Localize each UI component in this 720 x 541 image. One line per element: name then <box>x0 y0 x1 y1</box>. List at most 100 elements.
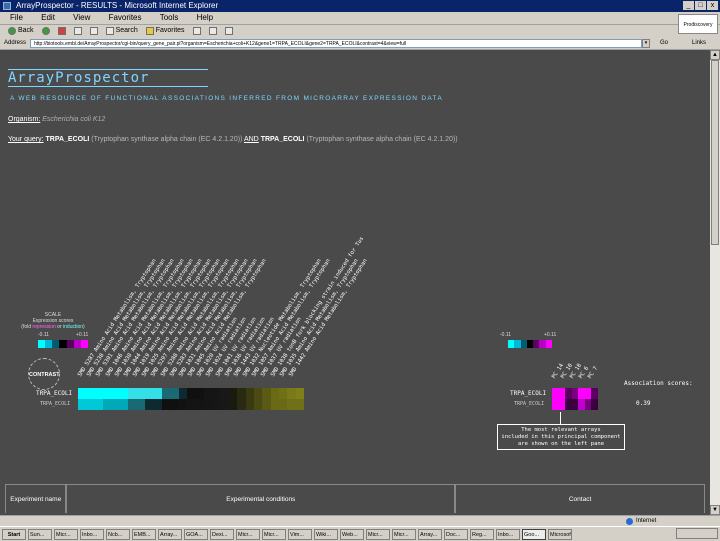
taskbar-task-button[interactable]: Micr... <box>262 528 286 540</box>
heatmap-left-bottom-cell[interactable] <box>136 399 145 410</box>
taskbar-task-button[interactable]: Dexi... <box>210 528 234 540</box>
heatmap-left-top-cell[interactable] <box>186 388 196 399</box>
favorites-button[interactable]: Favorites <box>145 25 185 37</box>
taskbar-task-button[interactable]: Ncb... <box>106 528 130 540</box>
heatmap-right-bottom-cell[interactable] <box>565 399 572 410</box>
heatmap-left-top-cell[interactable] <box>228 388 238 399</box>
heatmap-left-bottom-cell[interactable] <box>237 399 246 410</box>
heatmap-left-bottom-cell[interactable] <box>178 399 187 410</box>
site-logo[interactable]: ArrayProspector <box>8 70 149 86</box>
vertical-scrollbar[interactable]: ▲ ▼ <box>710 50 720 515</box>
menu-view[interactable]: View <box>73 13 90 22</box>
heatmap-left-bottom-cell[interactable] <box>119 399 129 410</box>
heatmap-right-top-cell[interactable] <box>552 388 559 399</box>
heatmap-right-bottom-cell[interactable] <box>558 399 566 410</box>
menu-edit[interactable]: Edit <box>41 13 55 22</box>
scroll-up-arrow-icon[interactable]: ▲ <box>710 50 720 60</box>
mail-button[interactable] <box>208 27 217 35</box>
go-button[interactable]: Go <box>660 38 668 49</box>
heatmap-left-top-cell[interactable] <box>245 388 254 399</box>
heatmap-left-top-cell[interactable] <box>270 388 279 399</box>
taskbar-task-button[interactable]: Goo... <box>522 528 546 540</box>
stop-button[interactable] <box>57 27 66 35</box>
heatmap-left-bottom-cell[interactable] <box>212 399 221 410</box>
taskbar-task-button[interactable]: Micr... <box>54 528 78 540</box>
heatmap-left-bottom-cell[interactable] <box>153 399 162 410</box>
taskbar-task-button[interactable]: Micr... <box>392 528 416 540</box>
heatmap-left-top-cell[interactable] <box>195 388 204 399</box>
taskbar-task-button[interactable]: Web... <box>340 528 364 540</box>
heatmap-left-top-cell[interactable] <box>161 388 171 399</box>
heatmap-left-top-cell[interactable] <box>178 388 187 399</box>
menu-tools[interactable]: Tools <box>160 13 179 22</box>
heatmap-left-bottom-cell[interactable] <box>279 399 288 410</box>
query-gene1-link[interactable]: TRPA_ECOLI <box>46 136 90 143</box>
heatmap-left-bottom-cell[interactable] <box>186 399 196 410</box>
heatmap-right-top-cell[interactable] <box>558 388 566 399</box>
heatmap-left-top-cell[interactable] <box>279 388 288 399</box>
heatmap-left-bottom-cell[interactable] <box>94 399 104 410</box>
close-button[interactable]: x <box>707 1 718 10</box>
query-gene2-link[interactable]: TRPA_ECOLI <box>261 136 305 143</box>
menu-help[interactable]: Help <box>197 13 213 22</box>
taskbar-task-button[interactable]: Sun... <box>28 528 52 540</box>
heatmap-left-top-cell[interactable] <box>203 388 212 399</box>
heatmap-left-bottom-cell[interactable] <box>228 399 238 410</box>
forward-button[interactable] <box>41 27 50 35</box>
heatmap-left-top-cell[interactable] <box>78 388 87 399</box>
taskbar-task-button[interactable]: Micr... <box>366 528 390 540</box>
heatmap-left-bottom-cell[interactable] <box>195 399 204 410</box>
heatmap-right-bottom-cell[interactable] <box>578 399 585 410</box>
heatmap-right-bottom-cell[interactable] <box>552 399 559 410</box>
heatmap-left-bottom-cell[interactable] <box>295 399 305 410</box>
history-button[interactable] <box>192 27 201 35</box>
heatmap-left-top-cell[interactable] <box>153 388 162 399</box>
contrast-control[interactable]: CONTRAST <box>28 358 60 390</box>
heatmap-left-top-cell[interactable] <box>119 388 129 399</box>
heatmap-left-bottom-cell[interactable] <box>203 399 212 410</box>
maximize-button[interactable]: □ <box>695 1 706 10</box>
menu-favorites[interactable]: Favorites <box>109 13 142 22</box>
heatmap-right-bottom-cell[interactable] <box>584 399 592 410</box>
taskbar-task-button[interactable]: Wiki... <box>314 528 338 540</box>
heatmap-left-top-cell[interactable] <box>136 388 145 399</box>
heatmap-left-bottom-cell[interactable] <box>128 399 137 410</box>
search-button[interactable]: Search <box>105 25 138 37</box>
heatmap-left-top-cell[interactable] <box>237 388 246 399</box>
scroll-thumb[interactable] <box>711 60 719 245</box>
heatmap-left-top-cell[interactable] <box>220 388 229 399</box>
taskbar-task-button[interactable]: Array... <box>158 528 182 540</box>
minimize-button[interactable]: _ <box>683 1 694 10</box>
heatmap-right-bottom-cell[interactable] <box>571 399 579 410</box>
url-field[interactable]: http://biotools.embl.de/ArrayProspector/… <box>30 39 642 48</box>
pc-row-label-top[interactable]: TRPA_ECOLI <box>510 390 546 397</box>
menu-file[interactable]: File <box>10 13 23 22</box>
heatmap-left-bottom-cell[interactable] <box>86 399 95 410</box>
home-button[interactable] <box>89 27 98 35</box>
refresh-button[interactable] <box>73 27 82 35</box>
heatmap-left-bottom-cell[interactable] <box>78 399 87 410</box>
row-label-bottom[interactable]: TRPA_ECOLI <box>40 401 70 407</box>
taskbar-task-button[interactable]: Inbo... <box>80 528 104 540</box>
heatmap-left-top-cell[interactable] <box>170 388 179 399</box>
taskbar-task-button[interactable]: GOA... <box>184 528 208 540</box>
heatmap-left-top-cell[interactable] <box>86 388 95 399</box>
heatmap-left-bottom-cell[interactable] <box>245 399 254 410</box>
heatmap-left-top-cell[interactable] <box>253 388 263 399</box>
heatmap-left-top-cell[interactable] <box>287 388 296 399</box>
heatmap-right-bottom-cell[interactable] <box>591 399 599 410</box>
heatmap-right-top-cell[interactable] <box>591 388 599 399</box>
print-button[interactable] <box>224 27 233 35</box>
pc-row-label-bottom[interactable]: TRPA_ECOLI <box>514 401 544 407</box>
taskbar-task-button[interactable]: Micr... <box>236 528 260 540</box>
heatmap-left-top-cell[interactable] <box>111 388 120 399</box>
heatmap-left-bottom-cell[interactable] <box>287 399 296 410</box>
heatmap-left-bottom-cell[interactable] <box>220 399 229 410</box>
window-titlebar[interactable]: ArrayProspector - RESULTS - Microsoft In… <box>0 0 720 12</box>
heatmap-left-top-cell[interactable] <box>145 388 154 399</box>
heatmap-right-top-cell[interactable] <box>571 388 579 399</box>
heatmap-right-top-cell[interactable] <box>578 388 585 399</box>
taskbar-task-button[interactable]: Array... <box>418 528 442 540</box>
taskbar-task-button[interactable]: Doc... <box>444 528 468 540</box>
heatmap-left-top-cell[interactable] <box>103 388 112 399</box>
